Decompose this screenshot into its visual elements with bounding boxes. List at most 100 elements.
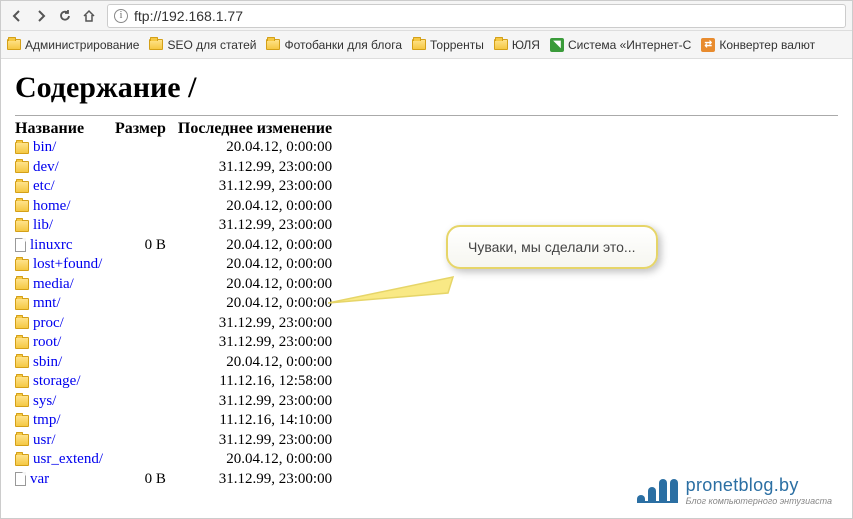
- table-row: linuxrc 0 B20.04.12, 0:00:00: [15, 236, 344, 256]
- file-link[interactable]: media/: [33, 276, 74, 292]
- table-row: tmp/11.12.16, 14:10:00: [15, 411, 344, 431]
- file-size: [115, 275, 178, 295]
- file-date: 11.12.16, 12:58:00: [178, 372, 344, 392]
- file-size: [115, 372, 178, 392]
- file-link[interactable]: storage/: [33, 373, 80, 389]
- table-row: etc/31.12.99, 23:00:00: [15, 177, 344, 197]
- file-size: [115, 177, 178, 197]
- file-link[interactable]: home/: [33, 198, 71, 214]
- rss-icon: ◥: [550, 38, 564, 52]
- file-link[interactable]: usr/: [33, 432, 56, 448]
- file-icon: [15, 238, 26, 252]
- folder-icon: [15, 317, 29, 329]
- file-link[interactable]: sys/: [33, 393, 56, 409]
- table-row: sbin/20.04.12, 0:00:00: [15, 353, 344, 373]
- logo-main-text: pronetblog.by: [686, 475, 832, 496]
- folder-icon: [149, 39, 163, 50]
- forward-button[interactable]: [31, 6, 51, 26]
- bookmark-item[interactable]: Торренты: [412, 38, 484, 52]
- bookmark-item[interactable]: ◥Система «Интернет-С: [550, 38, 691, 52]
- callout-text: Чуваки, мы сделали это...: [468, 239, 636, 255]
- folder-icon: [15, 337, 29, 349]
- col-modified-header: Последнее изменение: [178, 120, 344, 138]
- folder-icon: [15, 259, 29, 271]
- col-name-header: Название: [15, 120, 115, 138]
- folder-icon: [494, 39, 508, 50]
- file-size: [115, 411, 178, 431]
- logo-bars-icon: [637, 479, 678, 503]
- file-icon: [15, 472, 26, 486]
- file-size: [115, 450, 178, 470]
- file-date: 31.12.99, 23:00:00: [178, 177, 344, 197]
- currency-icon: ⇄: [701, 38, 715, 52]
- file-link[interactable]: usr_extend/: [33, 451, 103, 467]
- home-button[interactable]: [79, 6, 99, 26]
- file-size: [115, 294, 178, 314]
- file-link[interactable]: lib/: [33, 217, 53, 233]
- file-link[interactable]: tmp/: [33, 412, 61, 428]
- file-link[interactable]: root/: [33, 334, 61, 350]
- page-title: Содержание /: [15, 71, 838, 105]
- file-link[interactable]: proc/: [33, 315, 64, 331]
- folder-icon: [15, 454, 29, 466]
- file-date: 20.04.12, 0:00:00: [178, 197, 344, 217]
- file-date: 31.12.99, 23:00:00: [178, 333, 344, 353]
- table-row: usr_extend/20.04.12, 0:00:00: [15, 450, 344, 470]
- file-link[interactable]: sbin/: [33, 354, 62, 370]
- address-bar[interactable]: i: [107, 4, 846, 28]
- file-date: 20.04.12, 0:00:00: [178, 275, 344, 295]
- file-link[interactable]: etc/: [33, 178, 55, 194]
- file-date: 20.04.12, 0:00:00: [178, 255, 344, 275]
- bookmark-item[interactable]: Фотобанки для блога: [266, 38, 402, 52]
- file-date: 20.04.12, 0:00:00: [178, 236, 344, 256]
- back-button[interactable]: [7, 6, 27, 26]
- table-row: var0 B31.12.99, 23:00:00: [15, 470, 344, 490]
- folder-icon: [15, 415, 29, 427]
- browser-toolbar: i: [1, 1, 852, 31]
- file-size: 0 B: [115, 236, 178, 256]
- file-size: [115, 255, 178, 275]
- file-date: 20.04.12, 0:00:00: [178, 138, 344, 158]
- folder-icon: [15, 298, 29, 310]
- file-date: 31.12.99, 23:00:00: [178, 216, 344, 236]
- file-link[interactable]: lost+found/: [33, 256, 102, 272]
- folder-icon: [7, 39, 21, 50]
- reload-button[interactable]: [55, 6, 75, 26]
- folder-icon: [15, 200, 29, 212]
- folder-icon: [15, 434, 29, 446]
- file-size: [115, 333, 178, 353]
- folder-icon: [412, 39, 426, 50]
- folder-icon: [15, 278, 29, 290]
- table-row: media/20.04.12, 0:00:00: [15, 275, 344, 295]
- file-link[interactable]: dev/: [33, 159, 59, 175]
- table-row: proc/31.12.99, 23:00:00: [15, 314, 344, 334]
- file-date: 31.12.99, 23:00:00: [178, 392, 344, 412]
- bookmark-item[interactable]: ЮЛЯ: [494, 38, 540, 52]
- callout-tail-icon: [328, 275, 458, 305]
- annotation-callout: Чуваки, мы сделали это...: [446, 225, 658, 269]
- file-date: 20.04.12, 0:00:00: [178, 450, 344, 470]
- bookmark-item[interactable]: Администрирование: [7, 38, 139, 52]
- file-listing-table: Название Размер Последнее изменение bin/…: [15, 120, 344, 489]
- logo-sub-text: Блог компьютерного энтузиаста: [686, 496, 832, 506]
- file-size: [115, 314, 178, 334]
- bookmark-label: ЮЛЯ: [512, 38, 540, 52]
- folder-icon: [15, 356, 29, 368]
- file-link[interactable]: bin/: [33, 139, 56, 155]
- bookmarks-bar: Администрирование SEO для статей Фотобанки…: [1, 31, 852, 59]
- folder-icon: [15, 142, 29, 154]
- table-row: lost+found/20.04.12, 0:00:00: [15, 255, 344, 275]
- table-row: bin/20.04.12, 0:00:00: [15, 138, 344, 158]
- file-link[interactable]: linuxrc: [30, 237, 73, 253]
- table-row: dev/31.12.99, 23:00:00: [15, 158, 344, 178]
- file-date: 31.12.99, 23:00:00: [178, 431, 344, 451]
- bookmark-item[interactable]: SEO для статей: [149, 38, 256, 52]
- divider: [15, 115, 838, 116]
- table-row: sys/31.12.99, 23:00:00: [15, 392, 344, 412]
- bookmark-item[interactable]: ⇄Конвертер валют: [701, 38, 815, 52]
- file-link[interactable]: mnt/: [33, 295, 61, 311]
- table-row: root/31.12.99, 23:00:00: [15, 333, 344, 353]
- site-info-icon[interactable]: i: [114, 9, 128, 23]
- url-input[interactable]: [134, 8, 839, 24]
- file-link[interactable]: var: [30, 471, 49, 487]
